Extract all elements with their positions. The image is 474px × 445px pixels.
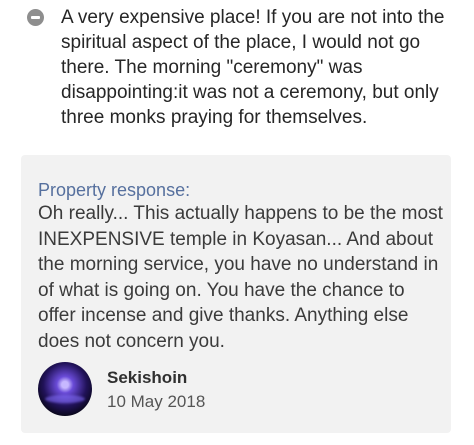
review-text-line: A very expensive place! If you are not i… [61, 7, 445, 28]
property-response-text: Oh really... This actually happens to be… [38, 201, 448, 355]
property-response-line: the morning service, you have no underst… [38, 254, 439, 276]
review-text-line: spiritual aspect of the place, I would n… [61, 32, 421, 53]
review-text-line: three monks praying for themselves. [61, 107, 368, 128]
review-card: A very expensive place! If you are not i… [0, 0, 474, 445]
responder-info: Sekishoin 10 May 2018 [38, 362, 258, 418]
property-response-line: of what is going on. You have the chance… [38, 279, 405, 301]
property-response-line: does not concern you. [38, 330, 225, 352]
property-response-title: Property response: [38, 180, 191, 200]
review-text-line: there. The morning "ceremony" was [61, 57, 363, 78]
property-response-line: Oh really... This actually happens to be… [38, 203, 443, 224]
review-text-line: disappointing:it was not a ceremony, but… [61, 82, 439, 103]
responder-name: Sekishoin [107, 368, 188, 387]
property-response-card: Property response: Oh really... This act… [21, 155, 451, 433]
avatar [38, 362, 92, 416]
response-date: 10 May 2018 [107, 392, 206, 411]
review-text: A very expensive place! If you are not i… [61, 5, 471, 130]
property-response-line: INEXPENSIVE temple in Koyasan... And abo… [38, 228, 434, 250]
property-response-line: offer incense and give thanks. Anything … [38, 305, 409, 327]
minus-circle-icon [27, 9, 44, 26]
